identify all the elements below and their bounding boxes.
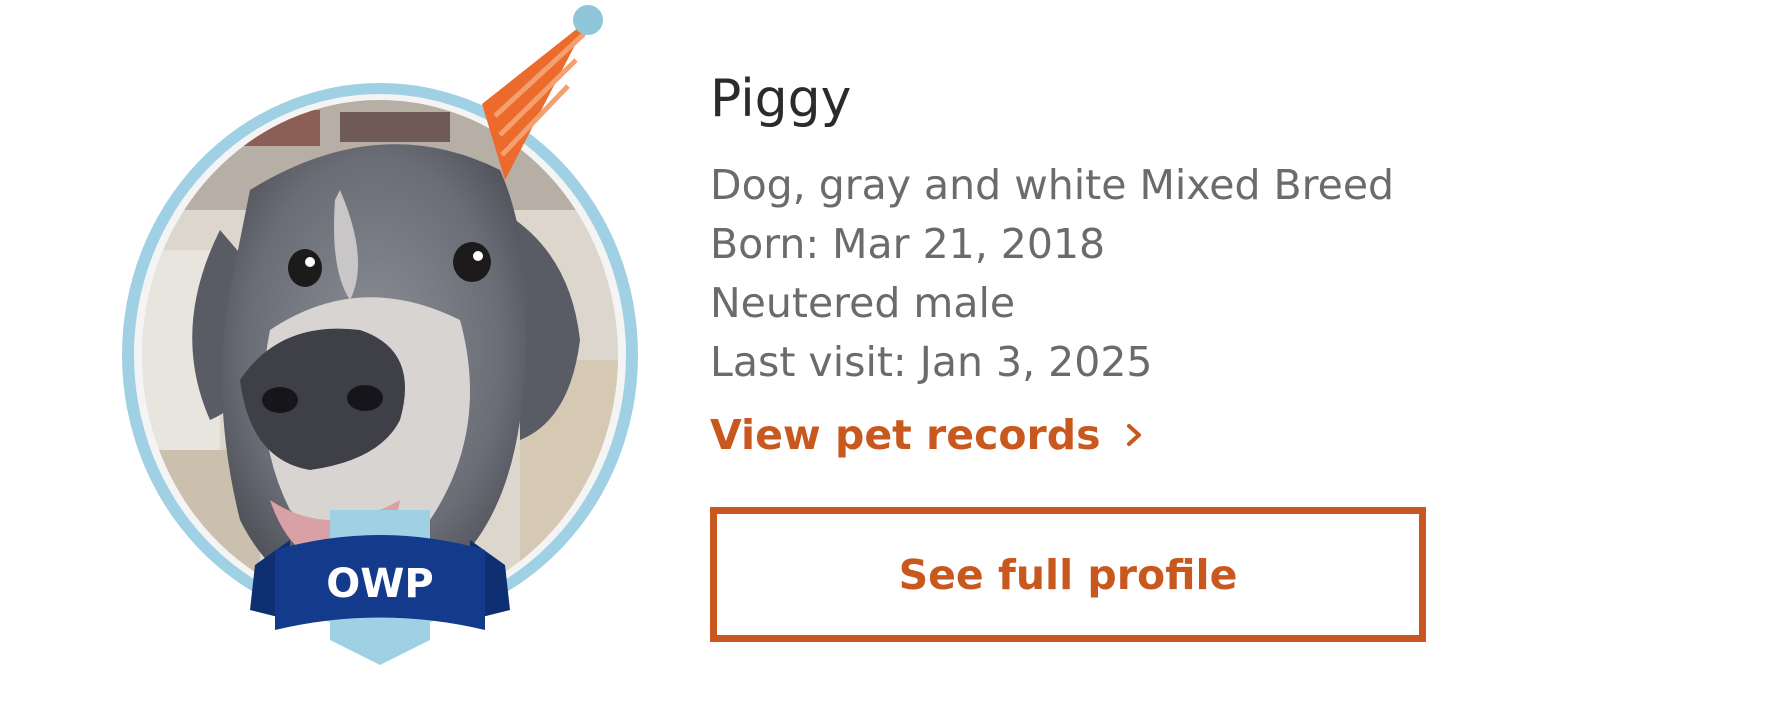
view-pet-records-link[interactable]: View pet records — [710, 406, 1149, 464]
see-full-profile-button[interactable]: See full profile — [710, 507, 1426, 642]
pet-info: Piggy Dog, gray and white Mixed Breed Bo… — [710, 60, 1710, 642]
pet-card: OWP Piggy Dog, gray and white Mixed Bree… — [0, 0, 1768, 706]
pet-description: Dog, gray and white Mixed Breed — [710, 161, 1395, 209]
owp-badge-label: OWP — [326, 561, 434, 607]
pet-details: Dog, gray and white Mixed Breed Born: Ma… — [710, 156, 1710, 392]
pet-avatar[interactable]: OWP — [100, 0, 660, 680]
pet-last-visit: Last visit: Jan 3, 2025 — [710, 338, 1153, 386]
pet-born-date: Born: Mar 21, 2018 — [710, 220, 1106, 268]
view-pet-records-label: View pet records — [710, 411, 1101, 459]
pet-name: Piggy — [710, 69, 852, 129]
chevron-right-icon — [1126, 424, 1141, 446]
pet-sex: Neutered male — [710, 279, 1016, 327]
